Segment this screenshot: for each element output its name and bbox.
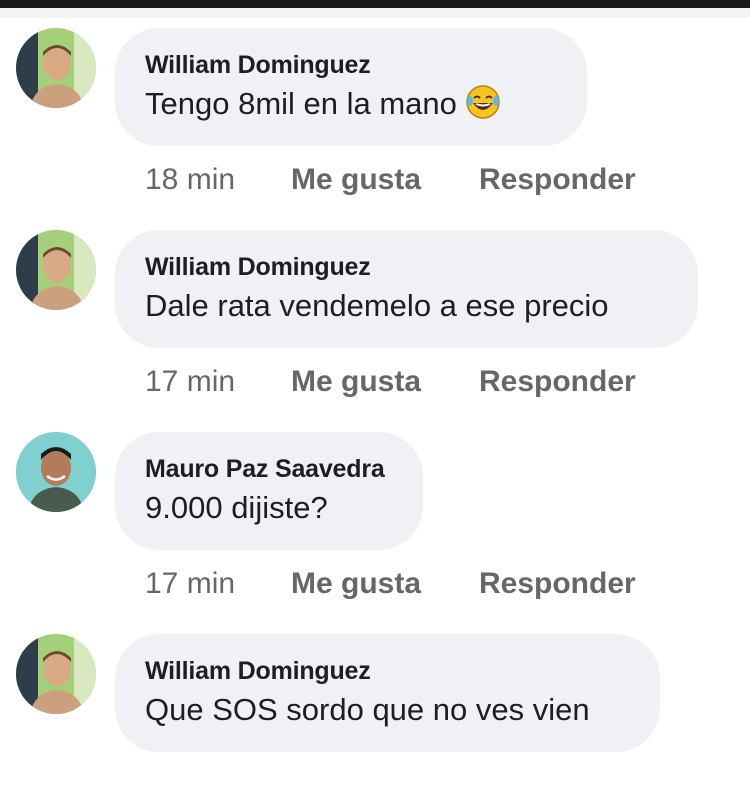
comment: William Dominguez Dale rata vendemelo a … [0, 202, 750, 402]
comment-time[interactable]: 17 min [145, 564, 291, 604]
comment-text: Tengo 8mil en la mano [145, 82, 557, 132]
comment-time[interactable]: 17 min [145, 362, 291, 402]
avatar[interactable] [16, 432, 96, 512]
comment-author[interactable]: Mauro Paz Saavedra [145, 454, 393, 484]
comment-bubble: Mauro Paz Saavedra 9.000 dijiste? [115, 432, 423, 550]
like-button[interactable]: Me gusta [291, 160, 479, 200]
avatar[interactable] [16, 28, 96, 108]
comment-author[interactable]: William Dominguez [145, 50, 557, 80]
comment: William Dominguez Que SOS sordo que no v… [0, 606, 750, 806]
comment-author[interactable]: William Dominguez [145, 252, 668, 282]
comment-actions: 18 min Me gusta Responder [145, 160, 636, 200]
comment-time[interactable]: 18 min [145, 160, 291, 200]
comment-actions: 17 min Me gusta Responder [145, 362, 636, 402]
reply-button[interactable]: Responder [479, 362, 636, 402]
avatar[interactable] [16, 230, 96, 310]
comment-bubble: William Dominguez Tengo 8mil en la mano [115, 28, 587, 146]
comment-text: 9.000 dijiste? [145, 490, 328, 525]
comment-author[interactable]: William Dominguez [145, 656, 630, 686]
reply-button[interactable]: Responder [479, 564, 636, 604]
comment: William Dominguez Tengo 8mil en la mano … [0, 0, 750, 200]
like-button[interactable]: Me gusta [291, 564, 479, 604]
comment-actions: 17 min Me gusta Responder [145, 564, 636, 604]
avatar[interactable] [16, 634, 96, 714]
comment-bubble: William Dominguez Que SOS sordo que no v… [115, 634, 660, 752]
like-button[interactable]: Me gusta [291, 362, 479, 402]
comment-text-content: Tengo 8mil en la mano [145, 86, 457, 121]
face-with-tears-of-joy-icon [465, 84, 501, 132]
comment-text: Que SOS sordo que no ves vien [145, 692, 590, 727]
comment: Mauro Paz Saavedra 9.000 dijiste? 17 min… [0, 404, 750, 604]
comment-bubble: William Dominguez Dale rata vendemelo a … [115, 230, 698, 348]
comment-text: Dale rata vendemelo a ese precio [145, 288, 609, 323]
reply-button[interactable]: Responder [479, 160, 636, 200]
